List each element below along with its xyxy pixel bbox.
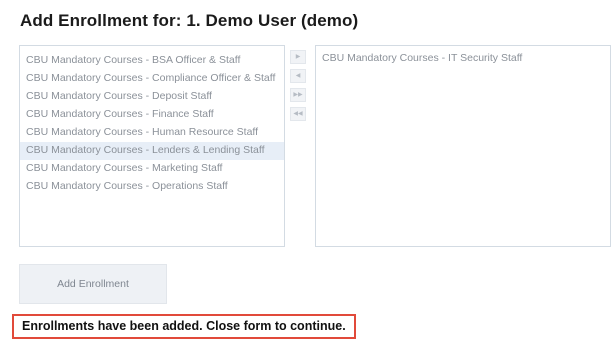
move-all-left-button[interactable]: ◀◀ (290, 107, 306, 121)
available-course-option[interactable]: CBU Mandatory Courses - Operations Staff (20, 178, 284, 196)
move-all-right-button[interactable]: ▶▶ (290, 88, 306, 102)
available-course-option[interactable]: CBU Mandatory Courses - BSA Officer & St… (20, 46, 284, 70)
selected-course-option[interactable]: CBU Mandatory Courses - IT Security Staf… (316, 46, 610, 68)
available-course-option[interactable]: CBU Mandatory Courses - Finance Staff (20, 106, 284, 124)
add-enrollment-form: Add Enrollment for: 1. Demo User (demo) … (0, 0, 613, 341)
available-course-option[interactable]: CBU Mandatory Courses - Deposit Staff (20, 88, 284, 106)
available-course-option[interactable]: CBU Mandatory Courses - Human Resource S… (20, 124, 284, 142)
move-right-button[interactable]: ▶ (290, 50, 306, 64)
move-left-button[interactable]: ◀ (290, 69, 306, 83)
available-course-option[interactable]: CBU Mandatory Courses - Compliance Offic… (20, 70, 284, 88)
available-course-option[interactable]: CBU Mandatory Courses - Marketing Staff (20, 160, 284, 178)
page-title: Add Enrollment for: 1. Demo User (demo) (20, 11, 359, 30)
status-message: Enrollments have been added. Close form … (12, 314, 356, 339)
selected-courses-list[interactable]: CBU Mandatory Courses - IT Security Staf… (315, 45, 611, 247)
available-course-option-selected[interactable]: CBU Mandatory Courses - Lenders & Lendin… (20, 142, 284, 160)
transfer-controls: ▶ ◀ ▶▶ ◀◀ (289, 50, 309, 126)
add-enrollment-button[interactable]: Add Enrollment (19, 264, 167, 304)
available-courses-list[interactable]: CBU Mandatory Courses - BSA Officer & St… (19, 45, 285, 247)
